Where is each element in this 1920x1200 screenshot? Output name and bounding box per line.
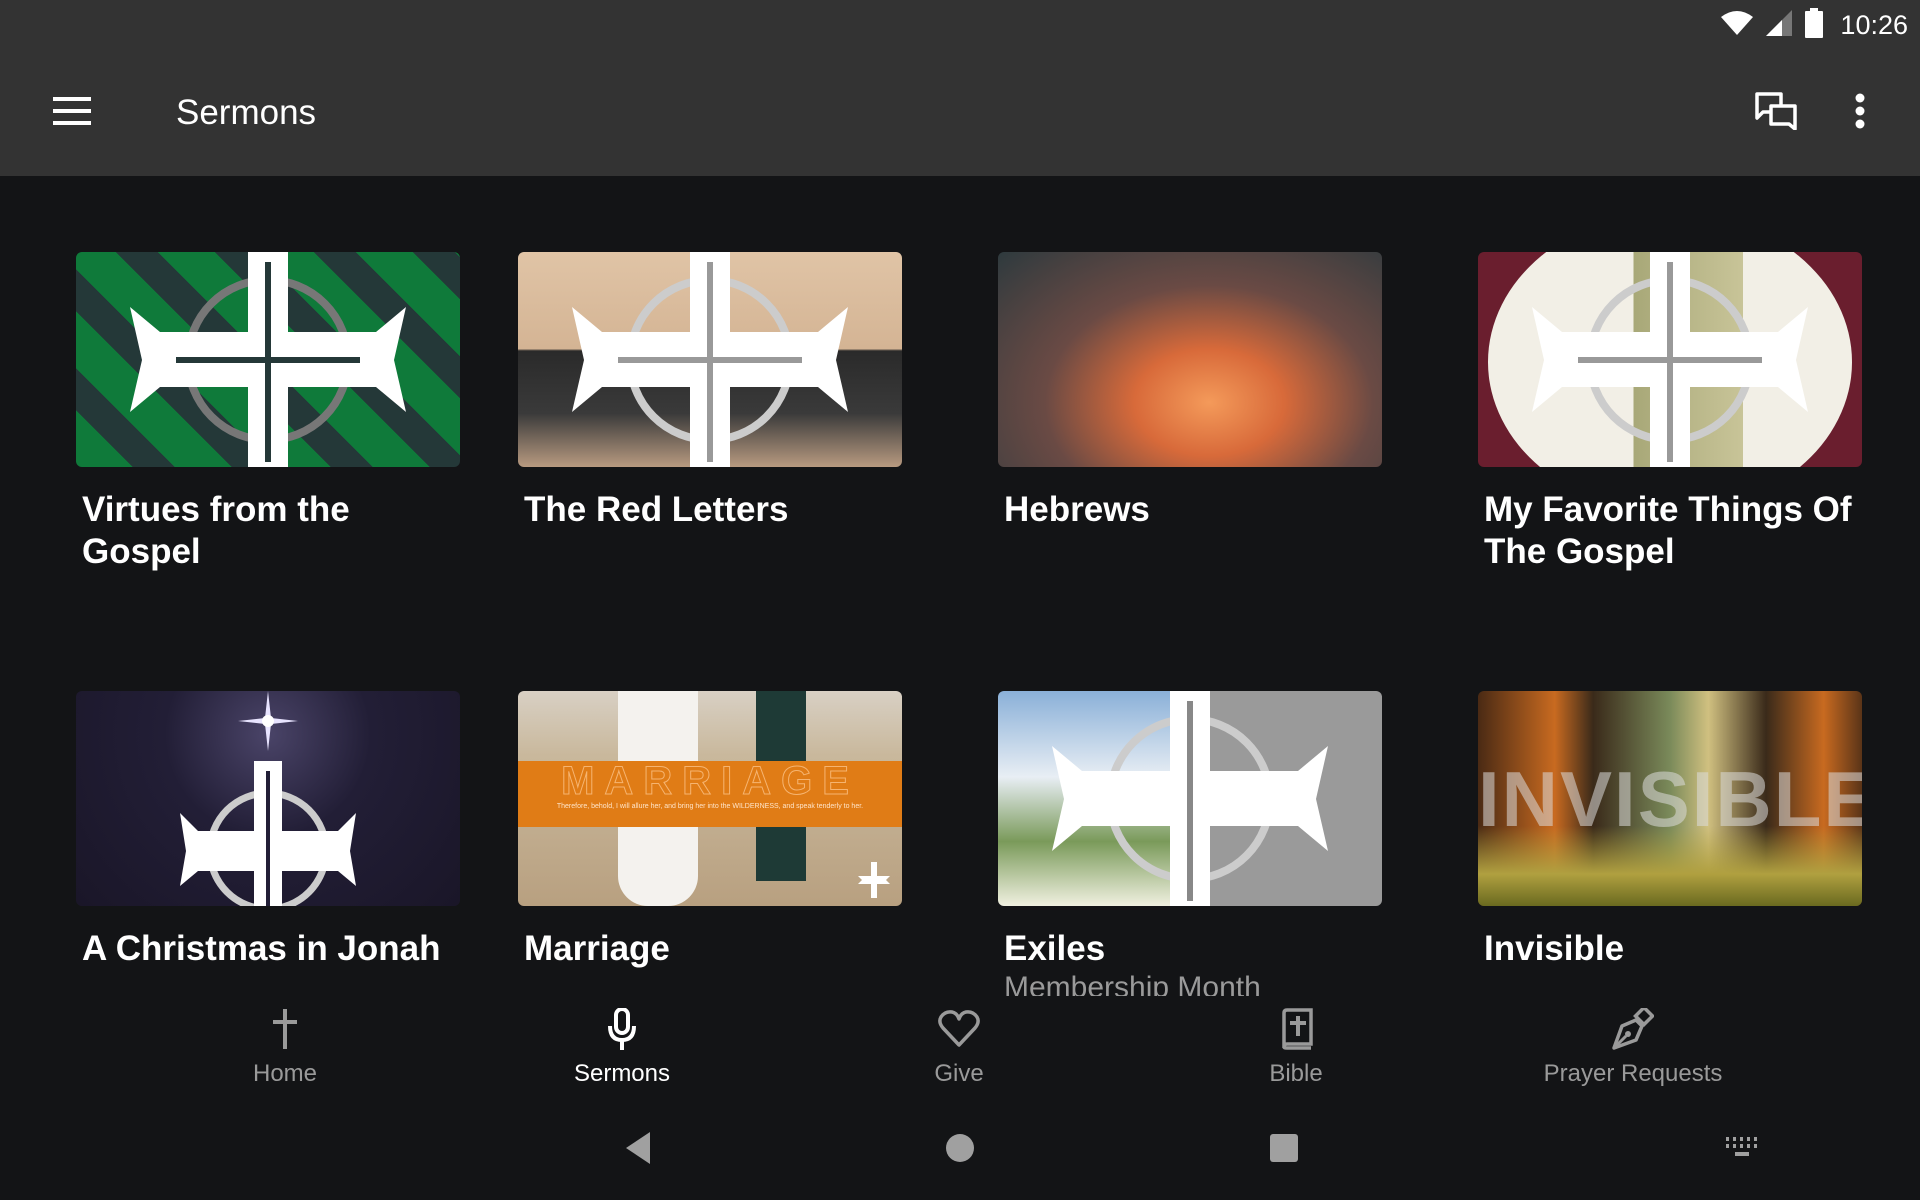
system-home-button[interactable] xyxy=(940,1130,980,1170)
church-cross-logo-icon xyxy=(1052,691,1328,906)
page-title: Sermons xyxy=(176,93,317,132)
sermon-thumbnail xyxy=(1478,252,1862,467)
sermon-card[interactable]: The Red Letters xyxy=(518,252,902,531)
thumb-title-text: INVISIBLE xyxy=(1478,755,1862,843)
nav-item-give[interactable]: Give xyxy=(809,1006,1109,1096)
church-cross-logo-icon xyxy=(180,761,356,906)
thumb-banner: MARRIAGE Therefore, behold, I will allur… xyxy=(518,761,902,827)
sermon-title: Marriage xyxy=(524,929,670,968)
home-circle-icon xyxy=(945,1133,975,1168)
sermon-card[interactable]: A Christmas in Jonah xyxy=(76,691,460,970)
church-cross-logo-icon xyxy=(572,252,848,467)
chat-icon xyxy=(1755,91,1797,135)
more-options-button[interactable] xyxy=(1836,88,1884,138)
sermon-thumbnail: INVISIBLE xyxy=(1478,691,1862,906)
sermon-title: Virtues from the Gospel xyxy=(82,490,350,571)
battery-icon xyxy=(1804,7,1824,43)
sermon-thumbnail: MARRIAGE Therefore, behold, I will allur… xyxy=(518,691,902,906)
sermon-title: My Favorite Things Of The Gospel xyxy=(1484,490,1852,571)
more-vert-icon xyxy=(1854,93,1866,134)
sermon-title: Exiles xyxy=(1004,929,1106,968)
thumb-caption-text: Therefore, behold, I will allure her, an… xyxy=(556,803,864,810)
microphone-icon xyxy=(607,1006,637,1052)
sermon-thumbnail xyxy=(76,252,460,467)
bible-icon xyxy=(1279,1006,1313,1052)
sermon-card[interactable]: Hebrews xyxy=(998,252,1382,531)
nav-item-home[interactable]: Home xyxy=(135,1006,435,1096)
status-time: 10:26 xyxy=(1840,9,1908,40)
recents-square-icon xyxy=(1269,1133,1299,1168)
church-cross-logo-icon xyxy=(130,252,406,467)
nav-item-prayer-requests[interactable]: Prayer Requests xyxy=(1483,1006,1783,1096)
sermon-card[interactable]: INVISIBLE Invisible xyxy=(1478,691,1862,970)
app-bar: Sermons xyxy=(0,50,1920,176)
church-cross-logo-icon xyxy=(1532,252,1808,467)
sermon-series-grid: Virtues from the Gospel The Red Letters … xyxy=(0,176,1920,996)
nav-item-sermons[interactable]: Sermons xyxy=(472,1006,772,1096)
keyboard-icon xyxy=(1726,1136,1758,1164)
system-back-button[interactable] xyxy=(618,1130,658,1170)
hamburger-menu-icon xyxy=(53,96,91,130)
nav-label: Give xyxy=(934,1060,984,1087)
keyboard-switch-button[interactable] xyxy=(1722,1130,1762,1170)
sermon-title: Invisible xyxy=(1484,929,1625,968)
cell-signal-icon xyxy=(1764,9,1794,42)
star-icon xyxy=(238,691,298,751)
sermon-card[interactable]: My Favorite Things Of The Gospel xyxy=(1478,252,1862,573)
nav-label: Bible xyxy=(1269,1060,1323,1087)
wifi-icon xyxy=(1720,10,1754,41)
chat-button[interactable] xyxy=(1748,88,1804,138)
sermon-card[interactable]: Exiles Membership Month xyxy=(998,691,1382,996)
sermon-thumbnail xyxy=(998,252,1382,467)
sermon-card[interactable]: Virtues from the Gospel xyxy=(76,252,460,573)
cross-icon xyxy=(271,1006,299,1052)
system-navigation-bar xyxy=(0,1100,1920,1200)
nav-label: Home xyxy=(252,1060,318,1087)
back-icon xyxy=(624,1131,652,1170)
church-cross-logo-icon xyxy=(858,862,890,898)
bottom-navigation: Home Sermons Give Bible Prayer Requests xyxy=(0,996,1920,1100)
sermon-title: The Red Letters xyxy=(524,490,789,529)
nav-label: Prayer Requests xyxy=(1543,1060,1723,1087)
nav-label: Sermons xyxy=(573,1060,671,1087)
sermon-subtitle: Membership Month xyxy=(1004,971,1261,996)
sermon-thumbnail xyxy=(518,252,902,467)
sermon-title: A Christmas in Jonah xyxy=(82,929,441,968)
pen-nib-icon xyxy=(1612,1006,1654,1052)
sermon-title: Hebrews xyxy=(1004,490,1150,529)
system-recents-button[interactable] xyxy=(1264,1130,1304,1170)
sermon-thumbnail xyxy=(76,691,460,906)
hamburger-menu-button[interactable] xyxy=(44,90,100,136)
status-icons: 10:26 xyxy=(1720,7,1908,43)
heart-icon xyxy=(938,1006,980,1052)
status-bar: 10:26 xyxy=(0,0,1920,50)
sermon-thumbnail xyxy=(998,691,1382,906)
nav-item-bible[interactable]: Bible xyxy=(1146,1006,1446,1096)
sermon-card[interactable]: MARRIAGE Therefore, behold, I will allur… xyxy=(518,691,902,970)
thumb-title-text: MARRIAGE xyxy=(561,759,859,803)
